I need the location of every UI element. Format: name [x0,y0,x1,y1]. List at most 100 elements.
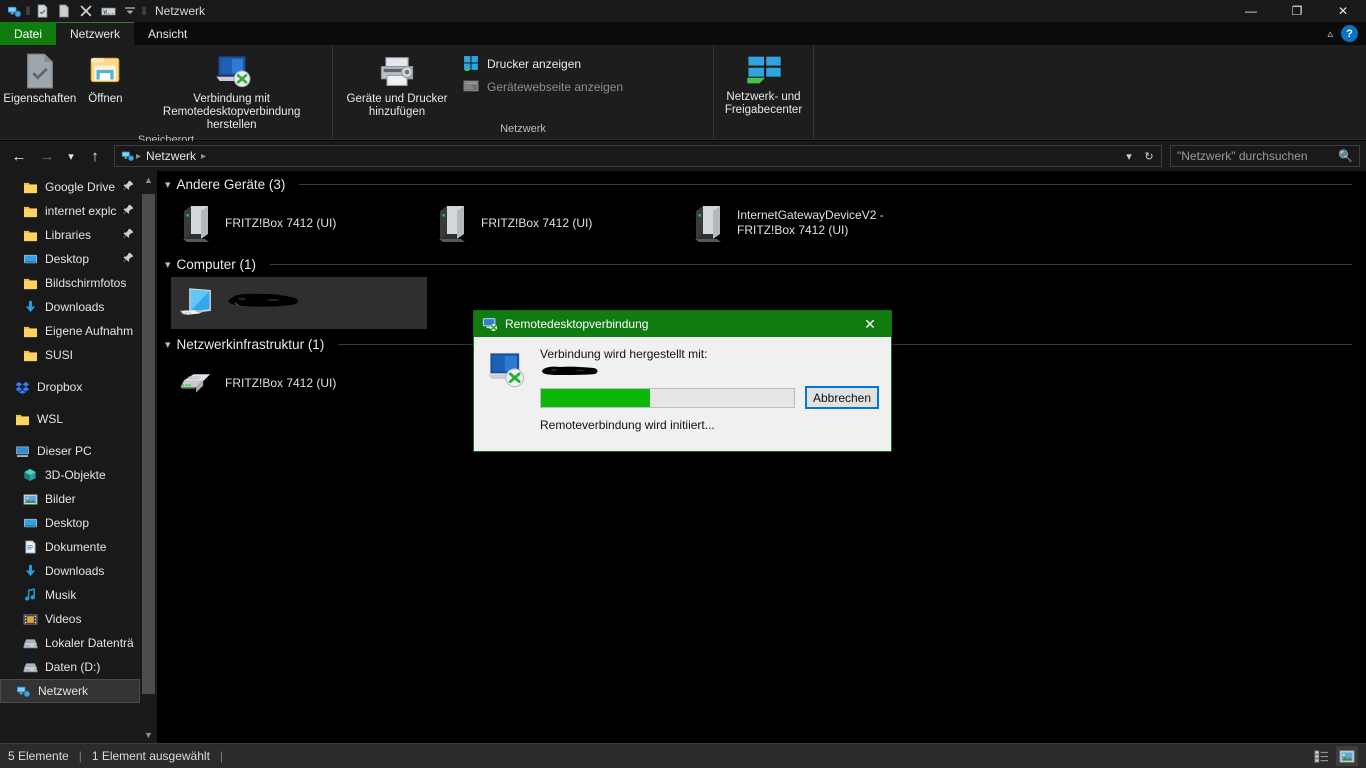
scrollbar-thumb[interactable] [142,194,155,694]
ribbon-button-eigenschaften[interactable]: Eigenschaften [3,49,76,108]
navigation-pane: Google Drive internet explc Libraries Deskt… [0,171,140,743]
sidebar-item-lokaler-datentr[interactable]: Lokaler Datenträ [0,631,140,655]
dialog-progress-row: Abbrechen [540,386,879,409]
list-item[interactable]: FRITZ!Box 7412 (UI) [427,197,683,249]
navigation-pane-scrollbar[interactable]: ▲ ▼ [140,171,157,743]
sidebar-item-bildschirmfotos[interactable]: Bildschirmfotos [0,271,140,295]
chevron-up-icon[interactable]: ▲ [140,171,157,188]
new-folder-icon[interactable] [53,1,75,21]
chevron-down-icon[interactable]: ▾ [165,178,171,191]
ribbon-button-remote-desktop-connection[interactable]: Verbindung mit Remotedesktopverbindung h… [135,49,328,134]
ribbon-button-show-device-webpage[interactable]: Gerätewebseite anzeigen [463,78,623,95]
maximize-button[interactable]: ❐ [1274,0,1320,22]
sidebar-item-label: Desktop [45,516,90,530]
properties-icon[interactable] [31,1,53,21]
status-bar: 5 Elemente | 1 Element ausgewählt | [0,743,1366,768]
pin-icon[interactable] [123,228,134,242]
chevron-down-icon[interactable]: ▾ [165,258,171,271]
ribbon-tab-strip-right: ▵ ? [1327,22,1366,45]
file-explorer-window: ‖ W.. ‖ Netzwerk — ❐ ✕ Datei Netzwerk An… [0,0,1366,768]
sidebar-item-dokumente[interactable]: Dokumente [0,535,140,559]
sidebar-item-desktop[interactable]: Desktop [0,511,140,535]
sidebar-item-3d-objekte[interactable]: 3D-Objekte [0,463,140,487]
sidebar-item-label: Eigene Aufnahm [45,324,134,338]
scrollbar-track[interactable] [140,188,157,726]
large-icons-view-icon[interactable] [1336,746,1358,766]
list-item[interactable]: InternetGatewayDeviceV2 - FRITZ!Box 7412 … [683,197,953,249]
search-box[interactable]: "Netzwerk" durchsuchen 🔍 [1170,145,1360,167]
content-group-header[interactable]: ▾ Computer (1) [157,251,1366,277]
sidebar-item-desktop[interactable]: Desktop [0,247,140,271]
search-input[interactable]: "Netzwerk" durchsuchen [1177,149,1338,163]
remote-desktop-icon [482,317,498,332]
list-item[interactable]: FRITZ!Box 7412 (UI) [171,357,427,409]
customize-dropdown-icon[interactable] [119,1,141,21]
sidebar-item-daten-d[interactable]: Daten (D:) [0,655,140,679]
network-icon[interactable] [3,1,25,21]
delete-icon[interactable] [75,1,97,21]
network-icon [117,149,135,163]
ribbon-button-network-sharing-center[interactable]: Netzwerk- und Freigabecenter [718,49,809,119]
minimize-button[interactable]: — [1228,0,1274,22]
sidebar-item-libraries[interactable]: Libraries [0,223,140,247]
network-icon [15,683,31,699]
breadcrumb[interactable]: ▸ Netzwerk ▸ ▾ ↻ [114,145,1162,167]
pin-icon[interactable] [123,204,134,218]
help-button[interactable]: ? [1341,25,1358,42]
chevron-down-icon[interactable]: ▾ [62,143,80,169]
tab-datei[interactable]: Datei [0,22,57,45]
ribbon-button-add-devices-printers[interactable]: Geräte und Drucker hinzufügen [337,49,457,121]
ribbon-group-netzwerk: Geräte und Drucker hinzufügen Drucker an… [332,45,713,139]
pin-icon[interactable] [123,252,134,266]
content-pane[interactable]: ▾ Andere Geräte (3) FRITZ!Box 7412 (UI) FRI… [157,171,1366,743]
list-item-label: FRITZ!Box 7412 (UI) [225,375,337,390]
arrow-up-icon[interactable]: ↑ [82,143,108,169]
list-item[interactable] [171,277,427,329]
ribbon-button-oeffnen[interactable]: Öffnen [76,49,136,108]
arrow-right-icon[interactable]: → [34,143,60,169]
this-pc-icon [14,443,30,459]
chevron-down-icon[interactable]: ▼ [140,726,157,743]
folder-icon [22,227,38,243]
sidebar-item-downloads[interactable]: Downloads [0,295,140,319]
dialog-close-button[interactable]: ✕ [849,311,891,337]
close-button[interactable]: ✕ [1320,0,1366,22]
folder-icon [22,347,38,363]
cancel-button[interactable]: Abbrechen [805,386,879,409]
sidebar-item-internet-explc[interactable]: internet explc [0,199,140,223]
sidebar-item-downloads[interactable]: Downloads [0,559,140,583]
sidebar-item-videos[interactable]: Videos [0,607,140,631]
ribbon-button-show-printers[interactable]: Drucker anzeigen [463,55,623,72]
tab-netzwerk[interactable]: Netzwerk [56,22,135,45]
chevron-down-icon[interactable]: ▾ [1119,150,1139,163]
rename-icon[interactable]: W... [97,1,119,21]
chevron-down-icon[interactable]: ▾ [165,338,171,351]
sidebar-item-bilder[interactable]: Bilder [0,487,140,511]
chevron-up-icon[interactable]: ▵ [1327,27,1333,40]
list-item[interactable]: FRITZ!Box 7412 (UI) [171,197,427,249]
sidebar-item-musik[interactable]: Musik [0,583,140,607]
refresh-icon[interactable]: ↻ [1139,150,1159,163]
sidebar-item-label: Lokaler Datenträ [45,636,134,650]
ribbon-empty-area [813,45,1366,139]
sidebar-item-eigene-aufnahm[interactable]: Eigene Aufnahm [0,319,140,343]
sidebar-item-wsl[interactable]: WSL [0,407,140,431]
pin-icon[interactable] [123,180,134,194]
tab-ansicht[interactable]: Ansicht [134,22,201,45]
content-group-header[interactable]: ▾ Andere Geräte (3) [157,171,1366,197]
arrow-left-icon[interactable]: ← [6,143,32,169]
sidebar-item-susi[interactable]: SUSI [0,343,140,367]
sidebar-item-dieser-pc[interactable]: Dieser PC [0,439,140,463]
sidebar-item-netzwerk[interactable]: Netzwerk [0,679,140,703]
breadcrumb-item-netzwerk[interactable]: Netzwerk [142,149,200,163]
sidebar-item-dropbox[interactable]: Dropbox [0,375,140,399]
details-view-icon[interactable] [1310,746,1332,766]
dialog-target-redacted [540,363,879,377]
sidebar-item-google-drive[interactable]: Google Drive [0,175,140,199]
breadcrumb-separator-2[interactable]: ▸ [200,151,207,162]
sidebar-item-label: Google Drive [45,180,116,194]
list-item-label-redacted [225,290,301,316]
search-icon[interactable]: 🔍 [1338,149,1353,163]
